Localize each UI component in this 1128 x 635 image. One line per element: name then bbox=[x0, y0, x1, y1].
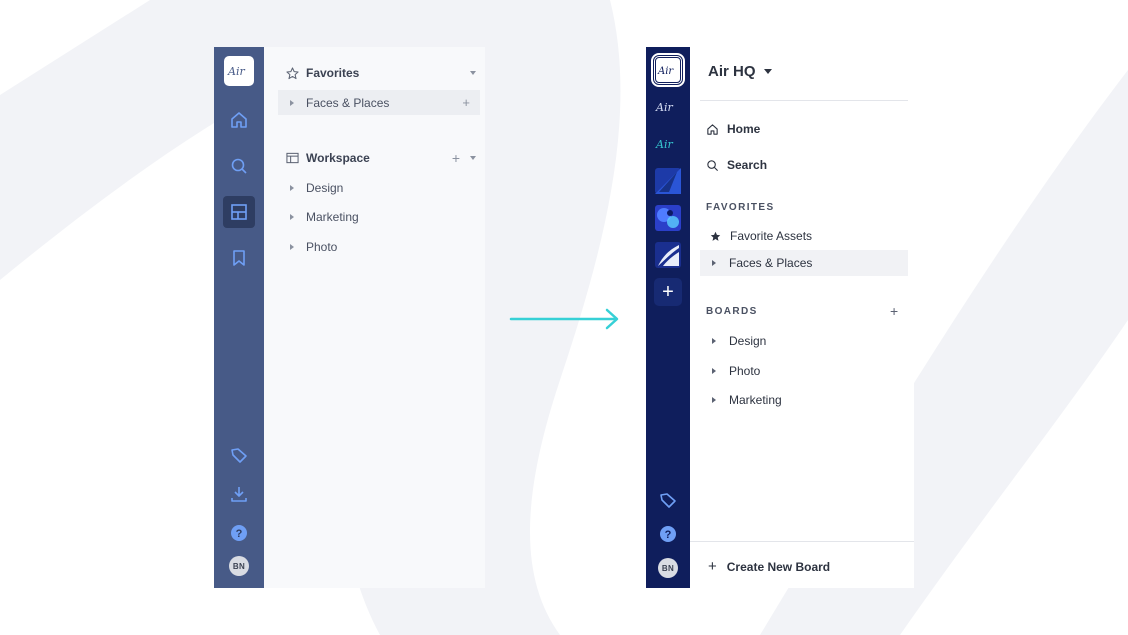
help-button[interactable]: ? bbox=[223, 517, 255, 549]
plus-icon: + bbox=[708, 558, 717, 575]
caret-right-icon[interactable] bbox=[290, 243, 294, 250]
nav-home[interactable]: Home bbox=[706, 122, 760, 136]
add-board-icon[interactable]: + bbox=[452, 150, 460, 166]
nav-home-label: Home bbox=[727, 122, 761, 136]
workspace-tile-image-1[interactable] bbox=[654, 167, 682, 195]
air-logo[interactable]: Air bbox=[224, 56, 254, 86]
svg-text:Air: Air bbox=[227, 65, 245, 78]
home-nav-button[interactable] bbox=[223, 104, 255, 136]
avatar[interactable]: BN bbox=[229, 556, 249, 576]
board-item-photo[interactable]: Photo bbox=[278, 234, 480, 259]
board-item-design[interactable]: Design bbox=[278, 175, 480, 200]
favorites-header[interactable]: Favorites bbox=[286, 63, 476, 83]
board-item-label: Marketing bbox=[306, 209, 359, 224]
favorite-item-faces-places[interactable]: Faces & Places bbox=[700, 250, 908, 276]
favorite-item-label: Faces & Places bbox=[306, 95, 390, 110]
favorite-item-faces-places[interactable]: Faces & Places + bbox=[278, 90, 480, 115]
workspace-tile-image-3[interactable] bbox=[654, 241, 682, 269]
star-outline-icon bbox=[286, 66, 300, 80]
boards-nav-button[interactable] bbox=[223, 196, 255, 228]
caret-right-icon[interactable] bbox=[712, 368, 716, 374]
caret-right-icon[interactable] bbox=[290, 184, 294, 191]
workspace-tile-current[interactable]: Air bbox=[651, 53, 685, 87]
workspace-tile-image-2[interactable] bbox=[654, 204, 682, 232]
workspace-switcher[interactable]: Air HQ bbox=[708, 63, 772, 80]
svg-text:?: ? bbox=[236, 528, 243, 540]
divider bbox=[700, 100, 908, 101]
tag-icon bbox=[231, 448, 247, 463]
caret-right-icon[interactable] bbox=[712, 338, 716, 344]
create-new-board-label: Create New Board bbox=[726, 559, 831, 574]
bookmark-icon bbox=[233, 250, 245, 266]
workspace-name: Air HQ bbox=[708, 63, 756, 80]
download-button[interactable] bbox=[223, 478, 255, 510]
boards-section-label: BOARDS bbox=[706, 306, 758, 317]
home-icon bbox=[231, 112, 247, 128]
new-sidebar-rail: Air Air Air + ? BN bbox=[646, 47, 690, 588]
favorites-title: Favorites bbox=[306, 66, 360, 80]
caret-right-icon[interactable] bbox=[712, 260, 716, 266]
workspace-icon bbox=[286, 151, 300, 165]
nav-search-label: Search bbox=[727, 158, 768, 172]
search-icon bbox=[231, 158, 247, 174]
workspace-thumbnail bbox=[655, 205, 681, 231]
plus-icon[interactable]: + bbox=[462, 95, 470, 110]
workspace-title: Workspace bbox=[306, 151, 370, 165]
board-item-label: Photo bbox=[306, 239, 338, 254]
help-icon[interactable]: ? bbox=[659, 525, 677, 543]
board-item-design[interactable]: Design bbox=[700, 328, 908, 354]
saved-nav-button[interactable] bbox=[223, 242, 255, 274]
workspace-thumbnail bbox=[655, 242, 681, 268]
favorites-section-label: FAVORITES bbox=[706, 202, 775, 213]
tag-button[interactable] bbox=[223, 439, 255, 471]
air-logo-mark: Air bbox=[655, 138, 673, 151]
search-nav-button[interactable] bbox=[223, 150, 255, 182]
add-workspace-button[interactable]: + bbox=[654, 278, 682, 306]
air-logo-mark: Air bbox=[657, 66, 674, 77]
workspace-thumbnail bbox=[655, 168, 681, 194]
caret-right-icon[interactable] bbox=[290, 213, 294, 220]
favorite-item-label: Faces & Places bbox=[729, 256, 813, 270]
board-item-label: Photo bbox=[729, 364, 761, 378]
nav-search[interactable]: Search bbox=[706, 158, 767, 172]
avatar[interactable]: BN bbox=[658, 558, 678, 578]
board-item-marketing[interactable]: Marketing bbox=[278, 204, 480, 229]
old-sidebar-rail: Air ? BN bbox=[214, 47, 264, 588]
tag-icon[interactable] bbox=[658, 490, 678, 510]
workspace-tile-air-teal[interactable]: Air bbox=[654, 130, 682, 158]
divider bbox=[690, 541, 914, 542]
workspace-header[interactable]: Workspace + bbox=[286, 148, 476, 168]
add-board-button[interactable]: + bbox=[890, 303, 898, 319]
caret-right-icon[interactable] bbox=[712, 397, 716, 403]
layout-icon bbox=[231, 204, 247, 220]
workspace-tile-air-white[interactable]: Air bbox=[654, 93, 682, 121]
chevron-down-icon[interactable] bbox=[470, 71, 476, 75]
svg-text:?: ? bbox=[665, 529, 672, 541]
home-icon bbox=[707, 123, 718, 135]
help-icon: ? bbox=[231, 525, 247, 541]
svg-text:Air: Air bbox=[655, 138, 673, 151]
air-logo-mark: Air bbox=[655, 101, 673, 114]
new-sidebar-panel: Air HQ Home Search FAVORITES Favorite As… bbox=[690, 47, 914, 588]
board-item-label: Design bbox=[729, 334, 767, 348]
svg-text:Air: Air bbox=[655, 101, 673, 114]
create-new-board-button[interactable]: + Create New Board bbox=[708, 558, 830, 575]
caret-right-icon[interactable] bbox=[290, 99, 294, 106]
transition-arrow-icon bbox=[509, 308, 619, 330]
favorite-assets-item[interactable]: Favorite Assets bbox=[700, 223, 908, 249]
board-item-label: Marketing bbox=[729, 393, 782, 407]
air-logo-mark: Air bbox=[227, 65, 245, 78]
search-icon bbox=[707, 159, 719, 171]
svg-text:Air: Air bbox=[657, 66, 674, 77]
board-item-marketing[interactable]: Marketing bbox=[700, 387, 908, 413]
board-item-label: Design bbox=[306, 180, 344, 195]
download-icon bbox=[231, 487, 247, 502]
favorite-item-label: Favorite Assets bbox=[730, 229, 813, 243]
board-item-photo[interactable]: Photo bbox=[700, 358, 908, 384]
old-sidebar-panel: Favorites Faces & Places + Workspace + D… bbox=[264, 47, 485, 588]
chevron-down-icon[interactable] bbox=[470, 156, 476, 160]
chevron-down-icon bbox=[763, 69, 772, 74]
star-filled-icon bbox=[710, 231, 722, 242]
